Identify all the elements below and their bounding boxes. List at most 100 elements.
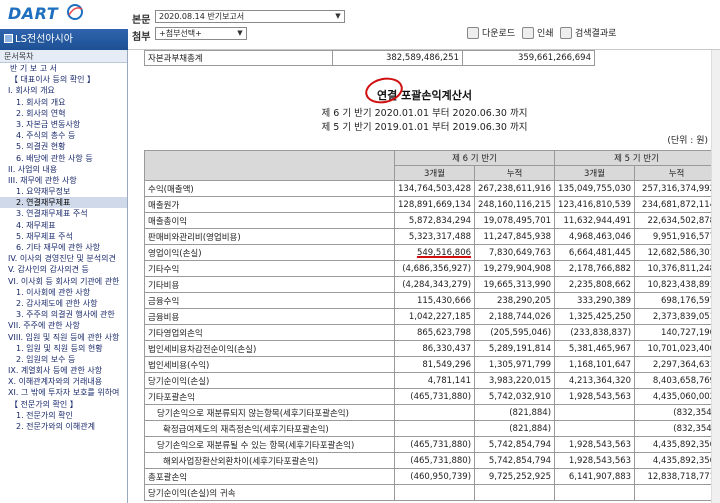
amount-cell: (4,284,343,279) — [393, 276, 476, 293]
account-name: 기타영업외손익 — [144, 324, 395, 341]
toc-item[interactable]: 6. 배당에 관한 사항 등 — [0, 153, 127, 164]
account-name: 금융비용 — [144, 308, 395, 325]
print-button[interactable]: 인쇄 — [522, 27, 554, 41]
vertical-scrollbar[interactable] — [711, 50, 720, 503]
toc-item[interactable]: 4. 주식의 총수 등 — [0, 130, 127, 141]
table-header-row: 제 6 기 반기 제 5 기 반기 — [144, 150, 720, 181]
income-statement-table: 제 6 기 반기 제 5 기 반기 3개월 누적 3개월 누적 수익(매출액) 1… — [144, 150, 720, 501]
table-row: 당기손익으로 재분류될 수 있는 항목(세후기타포괄손익) (465,731,88… — [144, 436, 720, 453]
amount-cell: (465,731,880) — [393, 452, 476, 469]
toc-item[interactable]: IX. 계열회사 등에 관한 사항 — [0, 365, 127, 376]
amount-cell: 1,042,227,185 — [393, 308, 476, 325]
table-row: 당기손익으로 재분류되지 않는항목(세후기타포괄손익) (821,884) (832… — [144, 404, 720, 421]
toc-item[interactable]: 2. 연결재무제표 — [0, 197, 127, 209]
amount-cell: (4,686,356,927) — [393, 260, 476, 277]
amount-cell: (205,595,046) — [474, 324, 556, 341]
company-icon — [4, 34, 13, 43]
toc-item[interactable]: 2. 감사제도에 관한 사항 — [0, 298, 127, 309]
toc-item[interactable]: VI. 이사회 등 회사의 기관에 관한 — [0, 276, 127, 287]
toc-item[interactable]: 3. 주주의 의결권 행사에 관한 — [0, 309, 127, 320]
toc-item[interactable]: 반 기 보 고 서 — [0, 63, 127, 74]
attach-select-value: +첨부선택+ — [159, 29, 202, 38]
toc-item[interactable]: 1. 이사회에 관한 사항 — [0, 287, 127, 298]
table-row: 기타수익 (4,686,356,927) 19,279,904,908 2,178,7… — [144, 260, 720, 277]
amount-cell: 12,682,586,301 — [634, 244, 720, 261]
toc-item[interactable]: 1. 전문가의 확인 — [0, 410, 127, 421]
period-current: 제 6 기 반기 2020.01.01 부터 2020.06.30 까지 — [321, 108, 528, 119]
toc-item[interactable]: VIII. 임원 및 직원 등에 관한 사항 — [0, 332, 127, 343]
toc-item[interactable]: 6. 기타 재무에 관한 사항 — [0, 242, 127, 253]
logo-area[interactable]: DART — [0, 0, 128, 28]
toc-item[interactable]: 5. 의결권 현황 — [0, 141, 127, 152]
header-period-prior: 제 5 기 반기 — [554, 150, 720, 166]
table-row: 매출총이익 5,872,834,294 19,078,495,701 11,632,9… — [144, 212, 720, 229]
toc-item[interactable]: 1. 임원 및 직원 등의 현황 — [0, 343, 127, 354]
prev-row-label: 자본과부채총계 — [144, 50, 333, 66]
toc-item[interactable]: II. 사업의 내용 — [0, 164, 127, 175]
print-label: 인쇄 — [537, 29, 554, 39]
toc-title: 문서목차 — [0, 50, 127, 63]
attach-select[interactable]: +첨부선택+ ▼ — [155, 27, 247, 40]
amount-cell: 11,632,944,491 — [554, 212, 636, 229]
table-row: 확정급여제도의 재측정손익(세후기타포괄손익) (821,884) (832,354… — [144, 420, 720, 437]
amount-cell: 333,290,389 — [554, 292, 636, 309]
amount-cell: 9,725,252,925 — [474, 468, 556, 485]
table-row: 기타영업외손익 865,623,798 (205,595,046) (233,838,… — [144, 324, 720, 341]
toc-item[interactable]: 5. 재무제표 주석 — [0, 231, 127, 242]
amount-cell: 81,549,296 — [393, 356, 476, 373]
amount-cell: 6,141,907,883 — [554, 468, 636, 485]
account-name: 영업이익(손실) — [144, 244, 395, 261]
toc-item[interactable]: 4. 재무제표 — [0, 220, 127, 231]
table-row: 총포괄손익 (460,950,739) 9,725,252,925 6,141,907… — [144, 468, 720, 485]
document-body: 자본과부채총계 382,589,486,251 359,661,266,694 … — [129, 50, 720, 503]
toc-item[interactable]: VII. 주주에 관한 사항 — [0, 320, 127, 331]
amount-cell: 698,176,597 — [634, 292, 720, 309]
toc-item[interactable]: III. 재무에 관한 사항 — [0, 175, 127, 186]
company-name-bar: LS전선아시아 — [0, 29, 128, 50]
amount-cell: (821,884) — [474, 404, 556, 421]
toc-item[interactable]: 【 대표이사 등의 확인 】 — [0, 74, 127, 85]
toc-item[interactable]: 2. 전문가와의 이해관계 — [0, 421, 127, 432]
toc-item[interactable]: V. 감사인의 감사의견 등 — [0, 264, 127, 275]
amount-cell: 1,928,543,563 — [554, 436, 636, 453]
toc-item[interactable]: 【 전문가의 확인 】 — [0, 399, 127, 410]
amount-cell: 4,435,892,356 — [634, 452, 720, 469]
amount-cell: 2,297,364,631 — [634, 356, 720, 373]
toc-sidebar: 문서목차 반 기 보 고 서 【 대표이사 등의 확인 】 I. 회사의 개요 1. … — [0, 50, 128, 503]
account-name: 기타포괄손익 — [144, 388, 395, 405]
chevron-down-icon: ▼ — [237, 29, 243, 37]
prev-row-value-1: 382,589,486,251 — [332, 50, 463, 66]
download-button[interactable]: 다운로드 — [467, 27, 515, 41]
table-row: 자본과부채총계 382,589,486,251 359,661,266,694 — [144, 50, 595, 66]
unit-label: (단위 : 원) — [667, 136, 708, 146]
toc-item[interactable]: IV. 이사의 경영진단 및 분석의견 — [0, 253, 127, 264]
toc-item[interactable]: 3. 연결재무제표 주석 — [0, 208, 127, 219]
account-name: 당기손익으로 재분류될 수 있는 항목(세후기타포괄손익) — [144, 436, 395, 453]
search-results-button[interactable]: 검색결과로 — [560, 27, 616, 41]
table-row: 판매비와관리비(영업비용) 5,323,317,488 11,247,845,938… — [144, 228, 720, 245]
toc-item[interactable]: X. 이해관계자와의 거래내용 — [0, 376, 127, 387]
doc-select[interactable]: 2020.08.14 반기보고서 ▼ — [155, 10, 345, 23]
header-3m: 3개월 — [554, 165, 636, 181]
toc-item[interactable]: 2. 회사의 연혁 — [0, 108, 127, 119]
toc-item[interactable]: 2. 임원의 보수 등 — [0, 354, 127, 365]
toc-item[interactable]: XI. 그 밖에 투자자 보호를 위하여 — [0, 387, 127, 398]
toc-item[interactable]: 1. 회사의 개요 — [0, 97, 127, 108]
amount-cell: 10,376,811,248 — [634, 260, 720, 277]
table-row: 기타포괄손익 (465,731,880) 5,742,032,910 1,928,54… — [144, 388, 720, 405]
header-cum: 누적 — [474, 165, 556, 181]
toc-item[interactable]: I. 회사의 개요 — [0, 85, 127, 96]
amount-cell: 8,403,658,769 — [634, 372, 720, 389]
amount-cell: 12,838,718,771 — [634, 468, 720, 485]
amount-cell: 549,516,806 — [393, 244, 476, 261]
amount-cell — [554, 420, 636, 437]
amount-cell: 2,235,808,662 — [554, 276, 636, 293]
table-row: 법인세비용차감전순이익(손실) 86,330,437 5,289,191,814 5,… — [144, 340, 720, 357]
attach-label: 첨부 — [132, 32, 151, 43]
amount-cell: (460,950,739) — [393, 468, 476, 485]
amount-cell: 1,928,543,563 — [554, 388, 636, 405]
amount-cell: (832,354) — [634, 404, 720, 421]
toc-item[interactable]: 3. 자본금 변동사항 — [0, 119, 127, 130]
account-name: 법인세비용차감전순이익(손실) — [144, 340, 395, 357]
toc-item[interactable]: 1. 요약재무정보 — [0, 186, 127, 197]
